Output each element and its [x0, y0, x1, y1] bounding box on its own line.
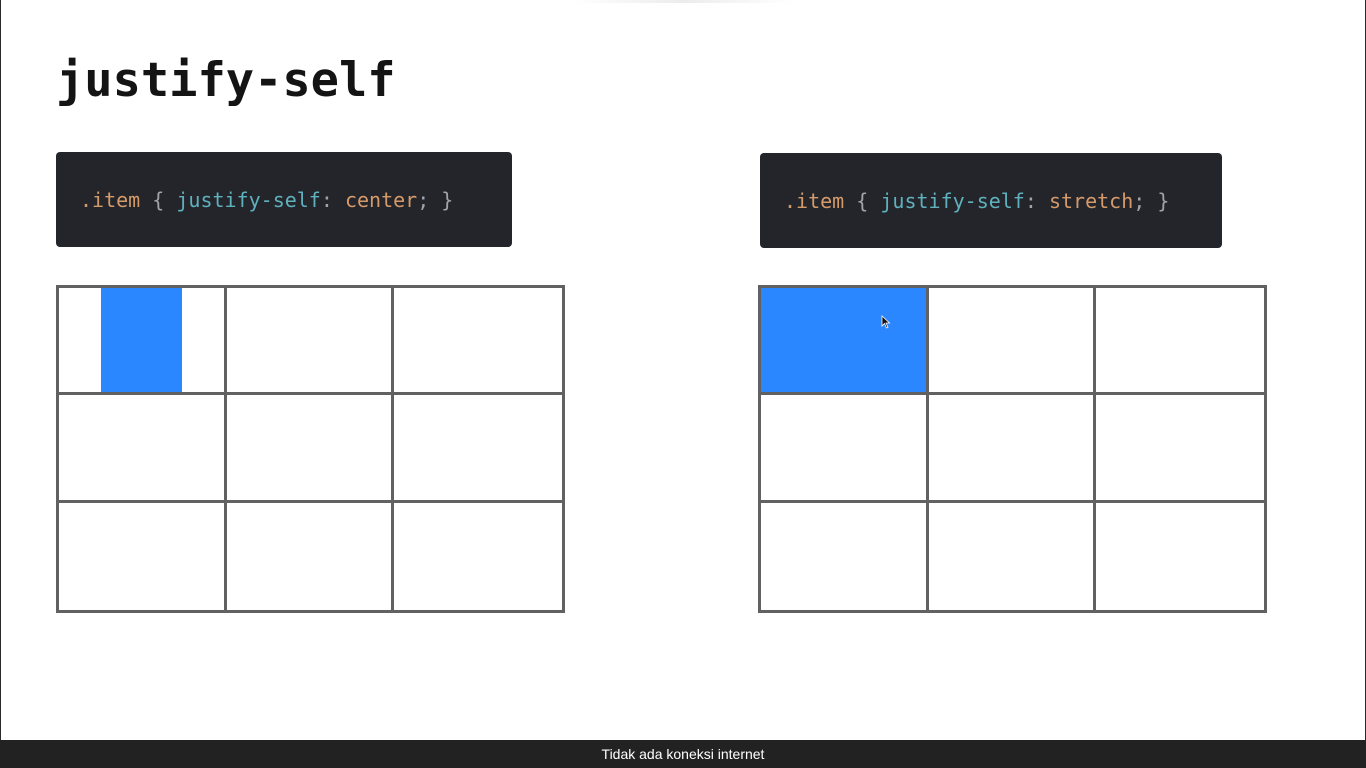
code-colon: : — [320, 187, 333, 212]
slide-frame: justify-self .item { justify-self: cente… — [0, 0, 1366, 768]
code-property: justify-self — [176, 187, 321, 212]
grid-item-centered — [101, 288, 182, 393]
grid-cell — [929, 502, 1097, 610]
grid-diagram-center — [56, 285, 565, 613]
grid-cell — [394, 288, 562, 396]
grid-cell — [59, 395, 227, 503]
grid-item-stretched — [761, 288, 926, 393]
grid-cell — [394, 395, 562, 503]
slide-title: justify-self — [56, 53, 396, 108]
code-block-center: .item { justify-self: center; } — [56, 152, 512, 247]
code-semicolon: ; — [1133, 188, 1146, 213]
code-block-stretch: .item { justify-self: stretch; } — [760, 153, 1222, 248]
grid-cell — [227, 502, 395, 610]
grid-cell — [1096, 503, 1264, 610]
code-selector: .item — [80, 187, 141, 212]
code-property: justify-self — [880, 188, 1025, 213]
status-message: Tidak ada koneksi internet — [601, 746, 765, 762]
offline-status-bar: Tidak ada koneksi internet — [0, 740, 1366, 768]
code-open-brace: { — [856, 188, 869, 213]
grid-diagram-stretch — [758, 285, 1267, 613]
grid-cell — [226, 288, 395, 396]
code-value: stretch — [1048, 188, 1134, 213]
code-value: center — [344, 187, 418, 212]
top-edge-blur — [571, 0, 795, 3]
code-open-brace: { — [152, 187, 165, 212]
grid-cell — [928, 288, 1097, 396]
grid-cell — [226, 395, 395, 503]
code-close-brace: } — [441, 187, 454, 212]
grid-cell — [59, 502, 227, 610]
grid-cell — [761, 288, 929, 396]
grid-cell — [59, 288, 227, 396]
grid-cell — [1096, 288, 1264, 396]
mouse-pointer-icon — [881, 315, 891, 329]
code-selector: .item — [784, 188, 845, 213]
code-colon: : — [1024, 188, 1037, 213]
grid-cell — [1096, 395, 1264, 503]
grid-cell — [761, 395, 929, 503]
grid-cell — [761, 502, 929, 610]
grid-cell — [928, 395, 1097, 503]
code-close-brace: } — [1157, 188, 1170, 213]
grid-cell — [394, 503, 562, 610]
code-semicolon: ; — [417, 187, 430, 212]
